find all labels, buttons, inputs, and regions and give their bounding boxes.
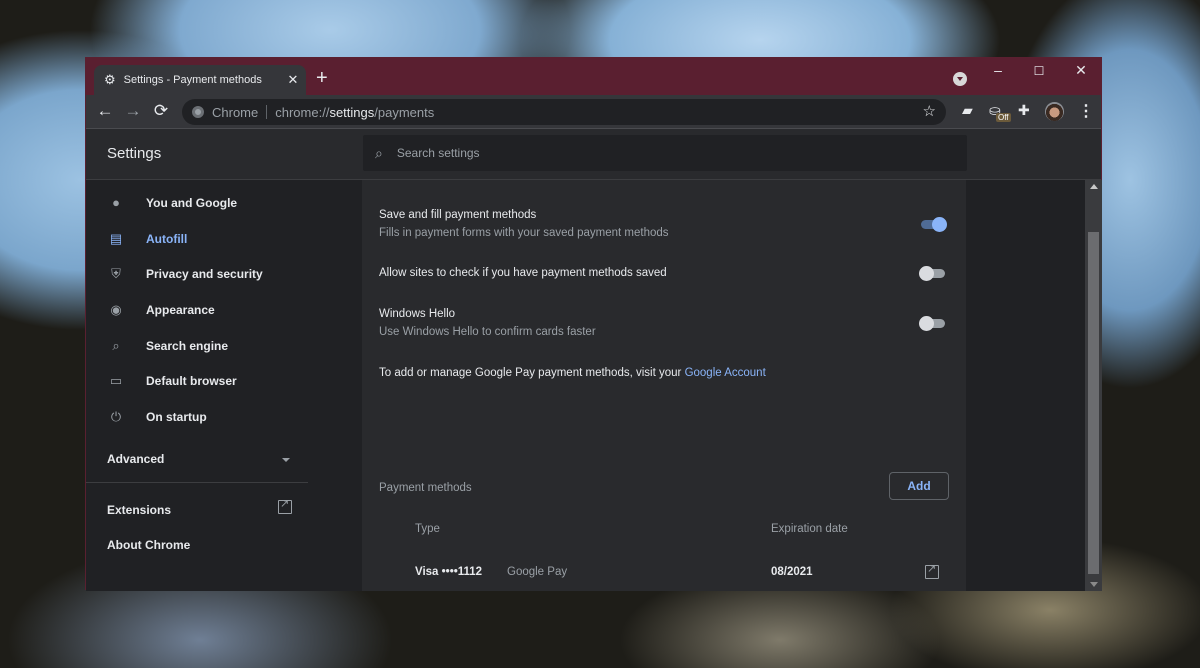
card-source: Google Pay bbox=[507, 566, 568, 578]
url-path: /payments bbox=[374, 104, 435, 120]
more-vert-icon[interactable]: ⋮ bbox=[1078, 101, 1094, 121]
shield-icon: ⛨ bbox=[111, 266, 121, 281]
search-icon: ⌕ bbox=[375, 144, 383, 161]
gear-icon: ⚙ bbox=[104, 72, 116, 87]
google-account-link[interactable]: Google Account bbox=[685, 367, 766, 379]
tab-search-icon[interactable] bbox=[953, 72, 967, 86]
save-fill-subtitle: Fills in payment forms with your saved p… bbox=[379, 227, 669, 239]
sidebar-item-label: You and Google bbox=[146, 196, 238, 210]
chrome-icon bbox=[192, 106, 204, 118]
bookmark-star-icon[interactable]: ☆ bbox=[923, 102, 936, 120]
page-title: Settings bbox=[107, 145, 162, 162]
new-tab-button[interactable]: + bbox=[316, 67, 328, 90]
browser-window: ⚙ Settings - Payment methods ✕ + – ☐ ✕ ←… bbox=[85, 57, 1102, 591]
windows-hello-toggle[interactable] bbox=[919, 316, 947, 331]
sidebar-advanced[interactable]: Advanced bbox=[107, 452, 164, 466]
sidebar-divider bbox=[86, 482, 308, 483]
payment-methods-page: Save and fill payment methods Fills in p… bbox=[362, 180, 966, 591]
settings-header: Settings ⌕ Search settings bbox=[86, 129, 1101, 180]
column-header-type: Type bbox=[415, 523, 440, 535]
column-header-expiration: Expiration date bbox=[771, 523, 848, 535]
sidebar-item-you-and-google[interactable]: ● You and Google bbox=[86, 188, 362, 218]
omnibox-separator bbox=[266, 105, 268, 119]
sidebar-item-autofill[interactable]: ▤ Autofill bbox=[86, 224, 362, 254]
avatar[interactable] bbox=[1045, 102, 1064, 121]
open-in-new-icon[interactable] bbox=[925, 562, 939, 579]
chevron-down-icon[interactable] bbox=[282, 458, 290, 462]
save-fill-toggle[interactable] bbox=[919, 217, 947, 232]
scroll-up-icon[interactable] bbox=[1090, 184, 1098, 189]
search-placeholder: Search settings bbox=[396, 146, 480, 160]
sidebar-item-default-browser[interactable]: ▭ Default browser bbox=[86, 366, 362, 396]
url-host: settings bbox=[329, 104, 375, 120]
allow-check-title: Allow sites to check if you have payment… bbox=[379, 267, 667, 279]
add-payment-button[interactable]: Add bbox=[889, 472, 949, 500]
allow-check-toggle[interactable] bbox=[919, 266, 947, 281]
url-text: chrome://settings/payments bbox=[275, 105, 434, 120]
tab-close-icon[interactable]: ✕ bbox=[280, 72, 306, 88]
forward-button[interactable]: → bbox=[122, 101, 144, 121]
sidebar-item-label: Search engine bbox=[146, 339, 229, 353]
sidebar-item-search-engine[interactable]: ⌕ Search engine bbox=[86, 331, 362, 361]
sidebar-about-chrome[interactable]: About Chrome bbox=[107, 538, 190, 552]
url-prefix: chrome:// bbox=[275, 104, 330, 120]
toolbar: ← → ⟳ Chrome chrome://settings/payments … bbox=[86, 95, 1101, 129]
clipboard-icon: ▤ bbox=[109, 231, 123, 246]
title-bar: ⚙ Settings - Payment methods ✕ + – ☐ ✕ bbox=[86, 58, 1101, 95]
windows-hello-title: Windows Hello bbox=[379, 308, 456, 320]
scrollbar[interactable] bbox=[1085, 180, 1102, 591]
search-input[interactable]: ⌕ Search settings bbox=[363, 135, 967, 171]
maximize-button[interactable]: ☐ bbox=[1024, 64, 1054, 78]
google-pay-text: To add or manage Google Pay payment meth… bbox=[379, 367, 685, 379]
sidebar-item-label: Autofill bbox=[146, 232, 188, 246]
sidebar-item-privacy-and-security[interactable]: ⛨ Privacy and security bbox=[86, 259, 362, 289]
omnibox-chip: Chrome bbox=[212, 104, 259, 120]
google-pay-note: To add or manage Google Pay payment meth… bbox=[379, 367, 766, 379]
tab-settings-payment-methods[interactable]: ⚙ Settings - Payment methods ✕ bbox=[94, 65, 306, 95]
search-icon: ⌕ bbox=[112, 338, 120, 353]
save-fill-title: Save and fill payment methods bbox=[379, 209, 537, 221]
open-in-new-icon[interactable] bbox=[278, 497, 292, 514]
right-gutter bbox=[966, 180, 1085, 591]
sidebar-item-appearance[interactable]: ◉ Appearance bbox=[86, 295, 362, 325]
person-icon: ● bbox=[112, 195, 120, 210]
note-extension-icon[interactable]: ▰ bbox=[962, 102, 973, 119]
sidebar-item-on-startup[interactable]: ⏻ On startup bbox=[86, 402, 362, 432]
windows-hello-subtitle: Use Windows Hello to confirm cards faste… bbox=[379, 326, 596, 338]
address-bar[interactable]: Chrome chrome://settings/payments ☆ bbox=[182, 99, 946, 125]
sidebar-item-label: Privacy and security bbox=[146, 267, 263, 281]
back-button[interactable]: ← bbox=[94, 101, 116, 121]
sidebar-item-label: On startup bbox=[146, 410, 207, 424]
sidebar: ● You and Google ▤ Autofill ⛨ Privacy an… bbox=[86, 180, 362, 591]
extension-badge: Off bbox=[996, 113, 1011, 122]
scrollbar-thumb[interactable] bbox=[1088, 232, 1099, 574]
minimize-button[interactable]: – bbox=[983, 62, 1013, 78]
sidebar-item-label: Default browser bbox=[146, 374, 237, 388]
card-type: Visa ••••1112 bbox=[415, 566, 483, 578]
power-icon: ⏻ bbox=[110, 409, 122, 424]
close-window-button[interactable]: ✕ bbox=[1066, 62, 1096, 79]
sidebar-extensions-link[interactable]: Extensions bbox=[107, 503, 171, 517]
palette-icon: ◉ bbox=[110, 302, 122, 317]
reload-button[interactable]: ⟳ bbox=[150, 101, 172, 121]
scroll-down-icon[interactable] bbox=[1090, 582, 1098, 587]
card-expiration: 08/2021 bbox=[771, 566, 813, 578]
puzzle-icon[interactable]: ✚ bbox=[1018, 102, 1030, 119]
sidebar-item-label: Appearance bbox=[146, 303, 215, 317]
payment-methods-heading: Payment methods bbox=[379, 482, 472, 494]
tab-title: Settings - Payment methods bbox=[123, 74, 262, 86]
browser-icon: ▭ bbox=[109, 373, 123, 388]
